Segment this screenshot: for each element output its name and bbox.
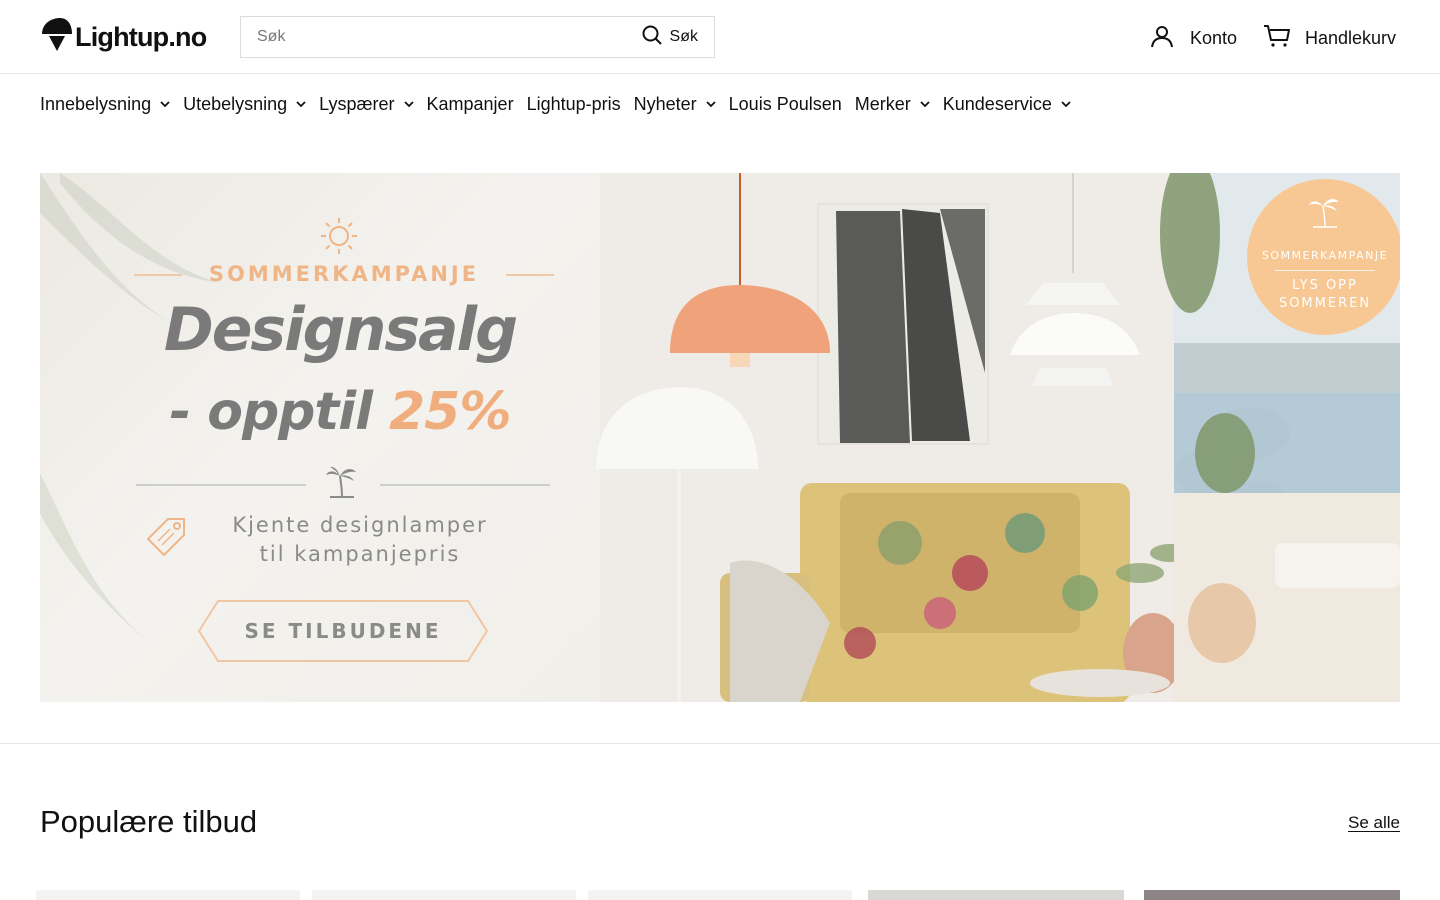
sun-icon [319,216,359,261]
nav-item-innebelysning[interactable]: Innebelysning [40,94,170,115]
nav-item-utebelysning[interactable]: Utebelysning [183,94,306,115]
banner-subline: - opptil 25% [110,386,570,438]
search-input[interactable] [241,17,642,57]
section-title: Populære tilbud [40,804,258,839]
account-link[interactable]: Konto [1150,24,1237,53]
banner-headline: Designsalg [163,295,518,365]
banner-divider-right [380,484,550,486]
nav-item-louis-poulsen[interactable]: Louis Poulsen [729,94,842,115]
banner-tagline: Kjente designlamper til kampanjepris [190,511,530,569]
search-bar: Søk [240,16,715,58]
logo[interactable]: Lightup.no [40,17,207,58]
logo-text: Lightup.no [75,21,207,52]
nav-item-merker[interactable]: Merker [855,94,930,115]
product-card[interactable] [588,890,852,900]
see-all-link[interactable]: Se alle [1348,813,1400,833]
search-button-label: Søk [669,28,698,45]
main-nav: Innebelysning Utebelysning Lyspærer Kampanj… [40,92,1084,116]
site-header: Lightup.no Søk Konto Handlekurv [0,0,1440,74]
cart-icon [1263,24,1291,53]
chevron-down-icon [287,100,306,108]
nav-item-nyheter[interactable]: Nyheter [634,94,716,115]
search-icon [642,25,662,50]
nav-item-label: Merker [854,93,911,114]
banner-discount: 25% [389,382,511,442]
nav-item-label: Innebelysning [40,93,152,114]
nav-item-label: Nyheter [633,93,697,114]
product-card[interactable] [36,890,300,900]
search-button[interactable]: Søk [642,25,714,50]
user-icon [1150,24,1174,53]
badge-divider [1275,270,1375,271]
banner-season-label: SOMMERKAMPANJE [134,262,554,286]
nav-item-kundeservice[interactable]: Kundeservice [943,94,1071,115]
nav-item-label: Lightup-pris [526,93,621,114]
banner-subline-prefix: - opptil [169,382,389,442]
banner-tagline-line-1: Kjente designlamper [232,513,488,537]
chevron-down-icon [697,100,716,108]
chevron-down-icon [911,100,930,108]
product-card[interactable] [868,890,1124,900]
see-offers-label: SE TILBUDENE [244,619,442,643]
chevron-down-icon [395,100,414,108]
chevron-down-icon [151,100,170,108]
banner-tagline-line-2: til kampanjepris [259,542,461,566]
nav-item-label: Kampanjer [426,93,514,114]
lamp-logo-icon [40,17,74,58]
palm-tree-icon [324,463,360,504]
price-tag-icon [144,513,192,566]
banner-divider-left [136,484,306,486]
hero-banner[interactable]: SOMMERKAMPANJE Designsalg - opptil 25% K… [40,173,1400,702]
product-card[interactable] [1144,890,1400,900]
badge-line-1: LYS OPP [1292,278,1358,293]
badge-line-2: SOMMEREN [1278,296,1372,311]
chevron-down-icon [1052,100,1071,108]
summer-campaign-badge: SOMMERKAMPANJE LYS OPP SOMMEREN [1247,179,1400,335]
see-offers-button[interactable]: SE TILBUDENE [198,600,488,662]
cart-label: Handlekurv [1305,28,1397,48]
product-card[interactable] [312,890,576,900]
badge-title: SOMMERKAMPANJE [1261,249,1389,262]
nav-item-lightup-pris[interactable]: Lightup-pris [527,94,621,115]
palm-tree-icon [1305,193,1345,233]
cart-link[interactable]: Handlekurv [1263,24,1396,53]
nav-item-label: Louis Poulsen [728,93,842,114]
nav-item-label: Lyspærer [319,93,395,114]
nav-item-label: Utebelysning [183,93,288,114]
section-divider [0,743,1440,744]
nav-item-label: Kundeservice [942,93,1052,114]
nav-item-lyspærer[interactable]: Lyspærer [319,93,414,115]
nav-item-kampanjer[interactable]: Kampanjer [427,94,514,115]
account-label: Konto [1190,28,1238,48]
